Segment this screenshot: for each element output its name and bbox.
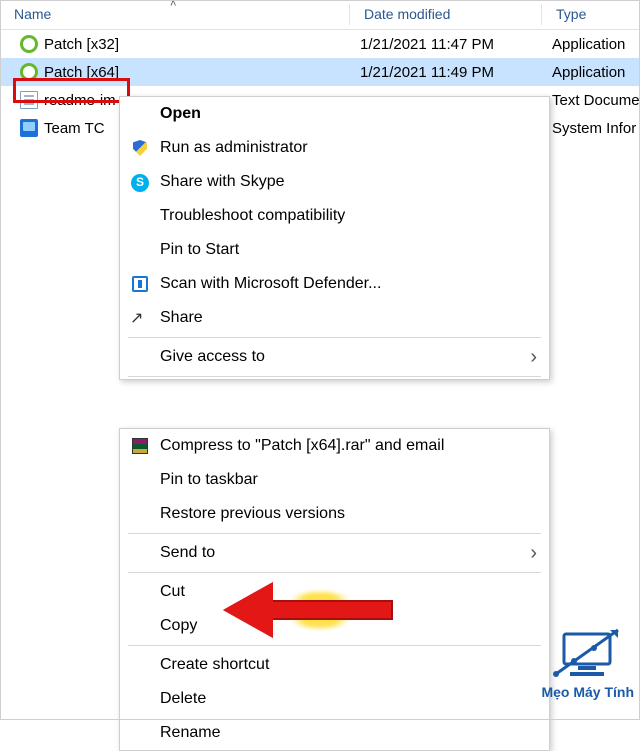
file-type: System Infor <box>542 120 640 137</box>
rar-icon <box>130 436 150 456</box>
sort-caret-icon: ˄ <box>170 0 176 10</box>
column-date-label: Date modified <box>364 6 450 22</box>
menu-separator <box>128 533 541 534</box>
menu-troubleshoot[interactable]: Troubleshoot compatibility <box>120 199 549 233</box>
application-icon <box>20 35 38 53</box>
file-name: Patch [x64] <box>44 64 119 81</box>
share-icon <box>130 308 150 328</box>
skype-icon <box>130 172 150 192</box>
watermark-logo-icon <box>550 626 626 684</box>
menu-run-as-admin[interactable]: Run as administrator <box>120 131 549 165</box>
menu-separator <box>128 572 541 573</box>
menu-open[interactable]: Open <box>120 97 549 131</box>
menu-restore-versions[interactable]: Restore previous versions <box>120 497 549 531</box>
file-row[interactable]: Patch [x32] 1/21/2021 11:47 PM Applicati… <box>0 30 640 58</box>
highlight-glow <box>280 592 360 628</box>
column-type[interactable]: Type <box>542 0 640 29</box>
menu-pin-start[interactable]: Pin to Start <box>120 233 549 267</box>
column-name[interactable]: Name ˄ <box>0 0 350 29</box>
file-name: Patch [x32] <box>44 36 119 53</box>
menu-separator <box>128 376 541 377</box>
column-header-row: Name ˄ Date modified Type <box>0 0 640 30</box>
menu-delete[interactable]: Delete <box>120 682 549 716</box>
menu-share-skype[interactable]: Share with Skype <box>120 165 549 199</box>
shield-icon <box>130 138 150 158</box>
menu-share[interactable]: Share <box>120 301 549 335</box>
context-menu: Open Run as administrator Share with Sky… <box>119 96 550 380</box>
context-menu-continued: Compress to "Patch [x64].rar" and email … <box>119 428 550 751</box>
watermark-text: Mẹo Máy Tính <box>541 684 634 700</box>
file-type: Application <box>542 64 640 81</box>
file-date: 1/21/2021 11:49 PM <box>350 64 542 81</box>
column-date[interactable]: Date modified <box>350 0 542 29</box>
file-name: Team TC <box>44 120 105 137</box>
application-icon <box>20 63 38 81</box>
menu-send-to[interactable]: Send to <box>120 536 549 570</box>
menu-create-shortcut[interactable]: Create shortcut <box>120 648 549 682</box>
text-file-icon <box>20 91 38 109</box>
defender-icon <box>130 274 150 294</box>
menu-pin-taskbar[interactable]: Pin to taskbar <box>120 463 549 497</box>
file-type: Application <box>542 36 640 53</box>
menu-defender[interactable]: Scan with Microsoft Defender... <box>120 267 549 301</box>
menu-give-access[interactable]: Give access to <box>120 340 549 374</box>
file-date: 1/21/2021 11:47 PM <box>350 36 542 53</box>
column-name-label: Name <box>14 6 51 22</box>
file-name: readme-im <box>44 92 116 109</box>
menu-rename[interactable]: Rename <box>120 716 549 750</box>
watermark: Mẹo Máy Tính <box>541 626 634 700</box>
menu-separator <box>128 337 541 338</box>
system-info-icon <box>20 119 38 137</box>
column-type-label: Type <box>556 6 586 22</box>
file-row-selected[interactable]: Patch [x64] 1/21/2021 11:49 PM Applicati… <box>0 58 640 86</box>
menu-compress-email[interactable]: Compress to "Patch [x64].rar" and email <box>120 429 549 463</box>
menu-separator <box>128 645 541 646</box>
file-type: Text Docume <box>542 92 640 109</box>
